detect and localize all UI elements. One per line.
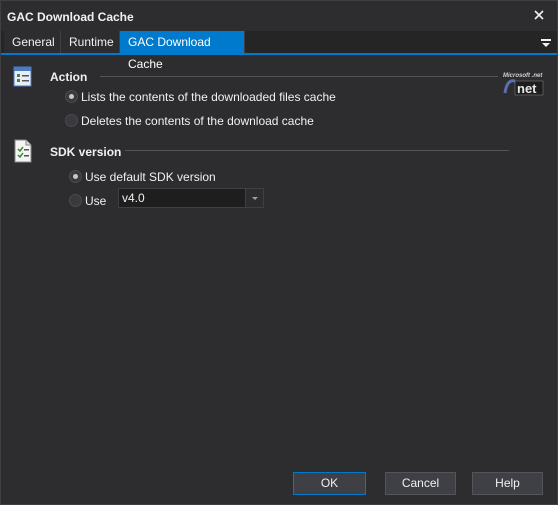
default-sdk-label[interactable]: Use default SDK version	[85, 170, 216, 184]
list-cache-radio[interactable]	[65, 90, 78, 103]
close-icon[interactable]	[531, 7, 547, 23]
ok-button[interactable]: OK	[293, 472, 366, 495]
delete-cache-label[interactable]: Deletes the contents of the download cac…	[81, 114, 314, 128]
default-sdk-radio[interactable]	[69, 170, 82, 183]
cancel-button[interactable]: Cancel	[385, 472, 456, 495]
tab-general[interactable]: General	[4, 31, 61, 53]
use-sdk-radio[interactable]	[69, 194, 82, 207]
svg-text:net: net	[517, 81, 537, 96]
delete-cache-radio[interactable]	[65, 114, 78, 127]
use-sdk-label[interactable]: Use	[85, 194, 106, 208]
dialog-window: GAC Download Cache General Runtime GAC D…	[0, 0, 558, 505]
tab-gac-download-cache[interactable]: GAC Download Cache	[120, 31, 245, 71]
sdk-divider	[125, 150, 509, 151]
microsoft-net-logo: Microsoft .net net	[501, 69, 551, 99]
sdk-section-title: SDK version	[50, 145, 122, 159]
sdk-document-icon	[12, 139, 34, 163]
action-list-icon	[12, 65, 34, 89]
sdk-version-select[interactable]	[118, 188, 264, 208]
tab-runtime[interactable]: Runtime	[61, 31, 120, 53]
list-cache-label[interactable]: Lists the contents of the downloaded fil…	[81, 90, 336, 104]
tab-menu-icon[interactable]	[541, 37, 551, 47]
svg-text:Microsoft .net: Microsoft .net	[503, 73, 543, 79]
title-bar: GAC Download Cache	[1, 1, 557, 31]
help-button[interactable]: Help	[472, 472, 543, 495]
window-title: GAC Download Cache	[7, 10, 134, 24]
sdk-version-input[interactable]	[119, 189, 245, 207]
action-divider	[100, 76, 498, 77]
tab-bar: General Runtime GAC Download Cache	[1, 31, 557, 71]
chevron-down-icon[interactable]	[245, 189, 263, 207]
action-section-title: Action	[50, 70, 88, 84]
